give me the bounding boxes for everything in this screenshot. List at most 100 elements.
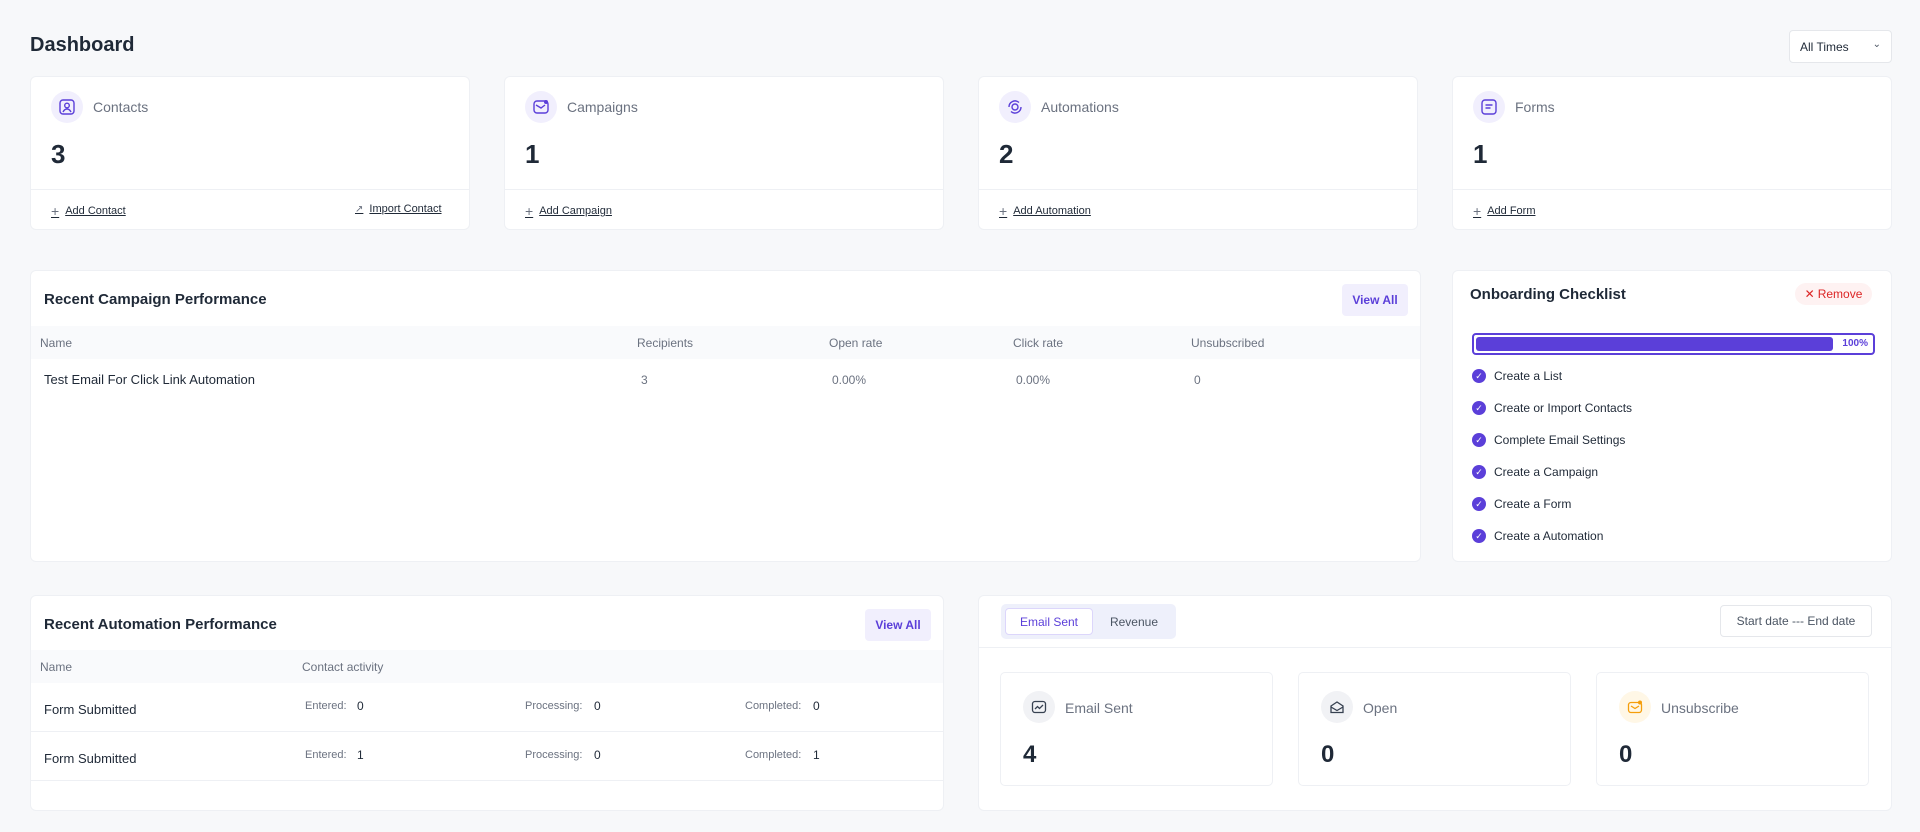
open-value: 0 [1321,741,1335,768]
table-row[interactable]: Form Submitted Entered: 0 Processing: 0 … [31,683,943,732]
col-contact-activity: Contact activity [302,660,384,674]
unsubscribe-stat: Unsubscribe 0 [1596,672,1869,786]
email-sent-value: 4 [1023,741,1037,768]
contacts-count: 3 [51,139,66,169]
campaign-open-rate: 0.00% [832,373,867,387]
automation-name[interactable]: Form Submitted [44,702,136,717]
contacts-label: Contacts [93,99,149,115]
completed-label: Completed: [745,700,802,712]
import-contact-link[interactable]: ↗ Import Contact [355,203,442,215]
processing-label: Processing: [525,700,583,712]
checklist-item: ✓ Create a Automation [1472,529,1603,543]
checklist-item-label: Create a Campaign [1494,465,1599,479]
completed-value: 0 [813,699,820,713]
add-automation-label: Add Automation [1013,205,1091,217]
checklist-item-label: Create a Automation [1494,529,1604,543]
forms-label: Forms [1515,99,1555,115]
campaign-unsubscribed: 0 [1194,373,1201,387]
check-icon: ✓ [1472,369,1486,383]
add-contact-link[interactable]: + Add Contact [51,203,126,219]
automation-view-all-button[interactable]: View All [865,609,931,641]
forms-count: 1 [1473,139,1488,169]
unsubscribe-value: 0 [1619,741,1633,768]
remove-label: Remove [1817,287,1863,301]
entered-label: Entered: [305,749,347,761]
checklist-item-label: Create or Import Contacts [1494,401,1633,415]
completed-value: 1 [813,748,820,762]
onboarding-progress-bar: 100% [1472,333,1875,355]
tab-email-sent[interactable]: Email Sent [1005,608,1093,635]
add-form-link[interactable]: + Add Form [1473,203,1535,219]
progress-label: 100% [1842,338,1868,349]
chevron-down-icon: ⌄ [1872,39,1881,50]
unsubscribe-icon [1619,691,1651,723]
table-row[interactable]: Form Submitted Entered: 1 Processing: 0 … [31,732,943,781]
processing-label: Processing: [525,749,583,761]
processing-value: 0 [594,748,601,762]
close-icon: ✕ [1804,287,1815,301]
tab-revenue[interactable]: Revenue [1096,608,1172,635]
check-icon: ✓ [1472,497,1486,511]
entered-value: 1 [357,748,364,762]
check-icon: ✓ [1472,433,1486,447]
page-title: Dashboard [30,34,135,56]
checklist-item-label: Create a List [1494,369,1563,383]
open-label: Open [1363,700,1398,716]
campaign-performance-title: Recent Campaign Performance [44,291,267,308]
campaign-performance-card: Recent Campaign Performance View All Nam… [30,270,1421,562]
plus-icon: + [51,203,60,219]
email-stats-tabs: Email Sent Revenue [1001,604,1176,639]
col-unsubscribed: Unsubscribed [1191,336,1265,350]
time-filter-value: All Times [1800,40,1849,54]
email-sent-label: Email Sent [1065,700,1133,716]
automation-performance-card: Recent Automation Performance View All N… [30,595,944,811]
onboarding-card [1452,270,1892,562]
campaign-icon [525,91,557,123]
campaign-recipients: 3 [641,373,648,387]
card-divider [505,189,943,190]
import-contact-label: Import Contact [369,203,442,215]
check-icon: ✓ [1472,529,1486,543]
remove-onboarding-button[interactable]: ✕ Remove [1795,283,1872,305]
add-campaign-link[interactable]: + Add Campaign [525,203,612,219]
import-icon: ↗ [355,203,364,215]
checklist-item: ✓ Create a Form [1472,497,1571,511]
col-name: Name [40,660,73,674]
processing-value: 0 [594,699,601,713]
time-filter-select[interactable]: All Times ⌄ [1789,30,1892,63]
campaigns-card: Campaigns 1 + Add Campaign [504,76,944,230]
panel-divider [979,647,1891,648]
check-icon: ✓ [1472,465,1486,479]
contact-icon [51,91,83,123]
col-recipients: Recipients [637,336,694,350]
add-form-label: Add Form [1487,205,1536,217]
plus-icon: + [999,203,1008,219]
forms-card: Forms 1 + Add Form [1452,76,1892,230]
campaigns-label: Campaigns [567,99,638,115]
checklist-item-label: Complete Email Settings [1494,433,1626,447]
campaigns-count: 1 [525,139,540,169]
campaign-view-all-button[interactable]: View All [1342,284,1408,316]
automation-name[interactable]: Form Submitted [44,751,136,766]
automation-icon [999,91,1031,123]
email-sent-stat: Email Sent 4 [1000,672,1273,786]
campaign-name[interactable]: Test Email For Click Link Automation [44,372,255,387]
checklist-item: ✓ Create a List [1472,369,1562,383]
completed-label: Completed: [745,749,802,761]
email-sent-icon [1023,691,1055,723]
add-campaign-label: Add Campaign [539,205,612,217]
date-range-picker[interactable]: Start date --- End date [1720,605,1872,637]
card-divider [31,189,469,190]
col-open-rate: Open rate [829,336,883,350]
plus-icon: + [1473,203,1482,219]
plus-icon: + [525,203,534,219]
open-stat: Open 0 [1298,672,1571,786]
checklist-item: ✓ Create or Import Contacts [1472,401,1632,415]
campaign-table-header: Name Recipients Open rate Click rate Uns… [31,326,1420,359]
automations-card: Automations 2 + Add Automation [978,76,1418,230]
card-divider [979,189,1417,190]
check-icon: ✓ [1472,401,1486,415]
automation-performance-title: Recent Automation Performance [44,616,277,633]
add-automation-link[interactable]: + Add Automation [999,203,1091,219]
campaign-click-rate: 0.00% [1016,373,1051,387]
